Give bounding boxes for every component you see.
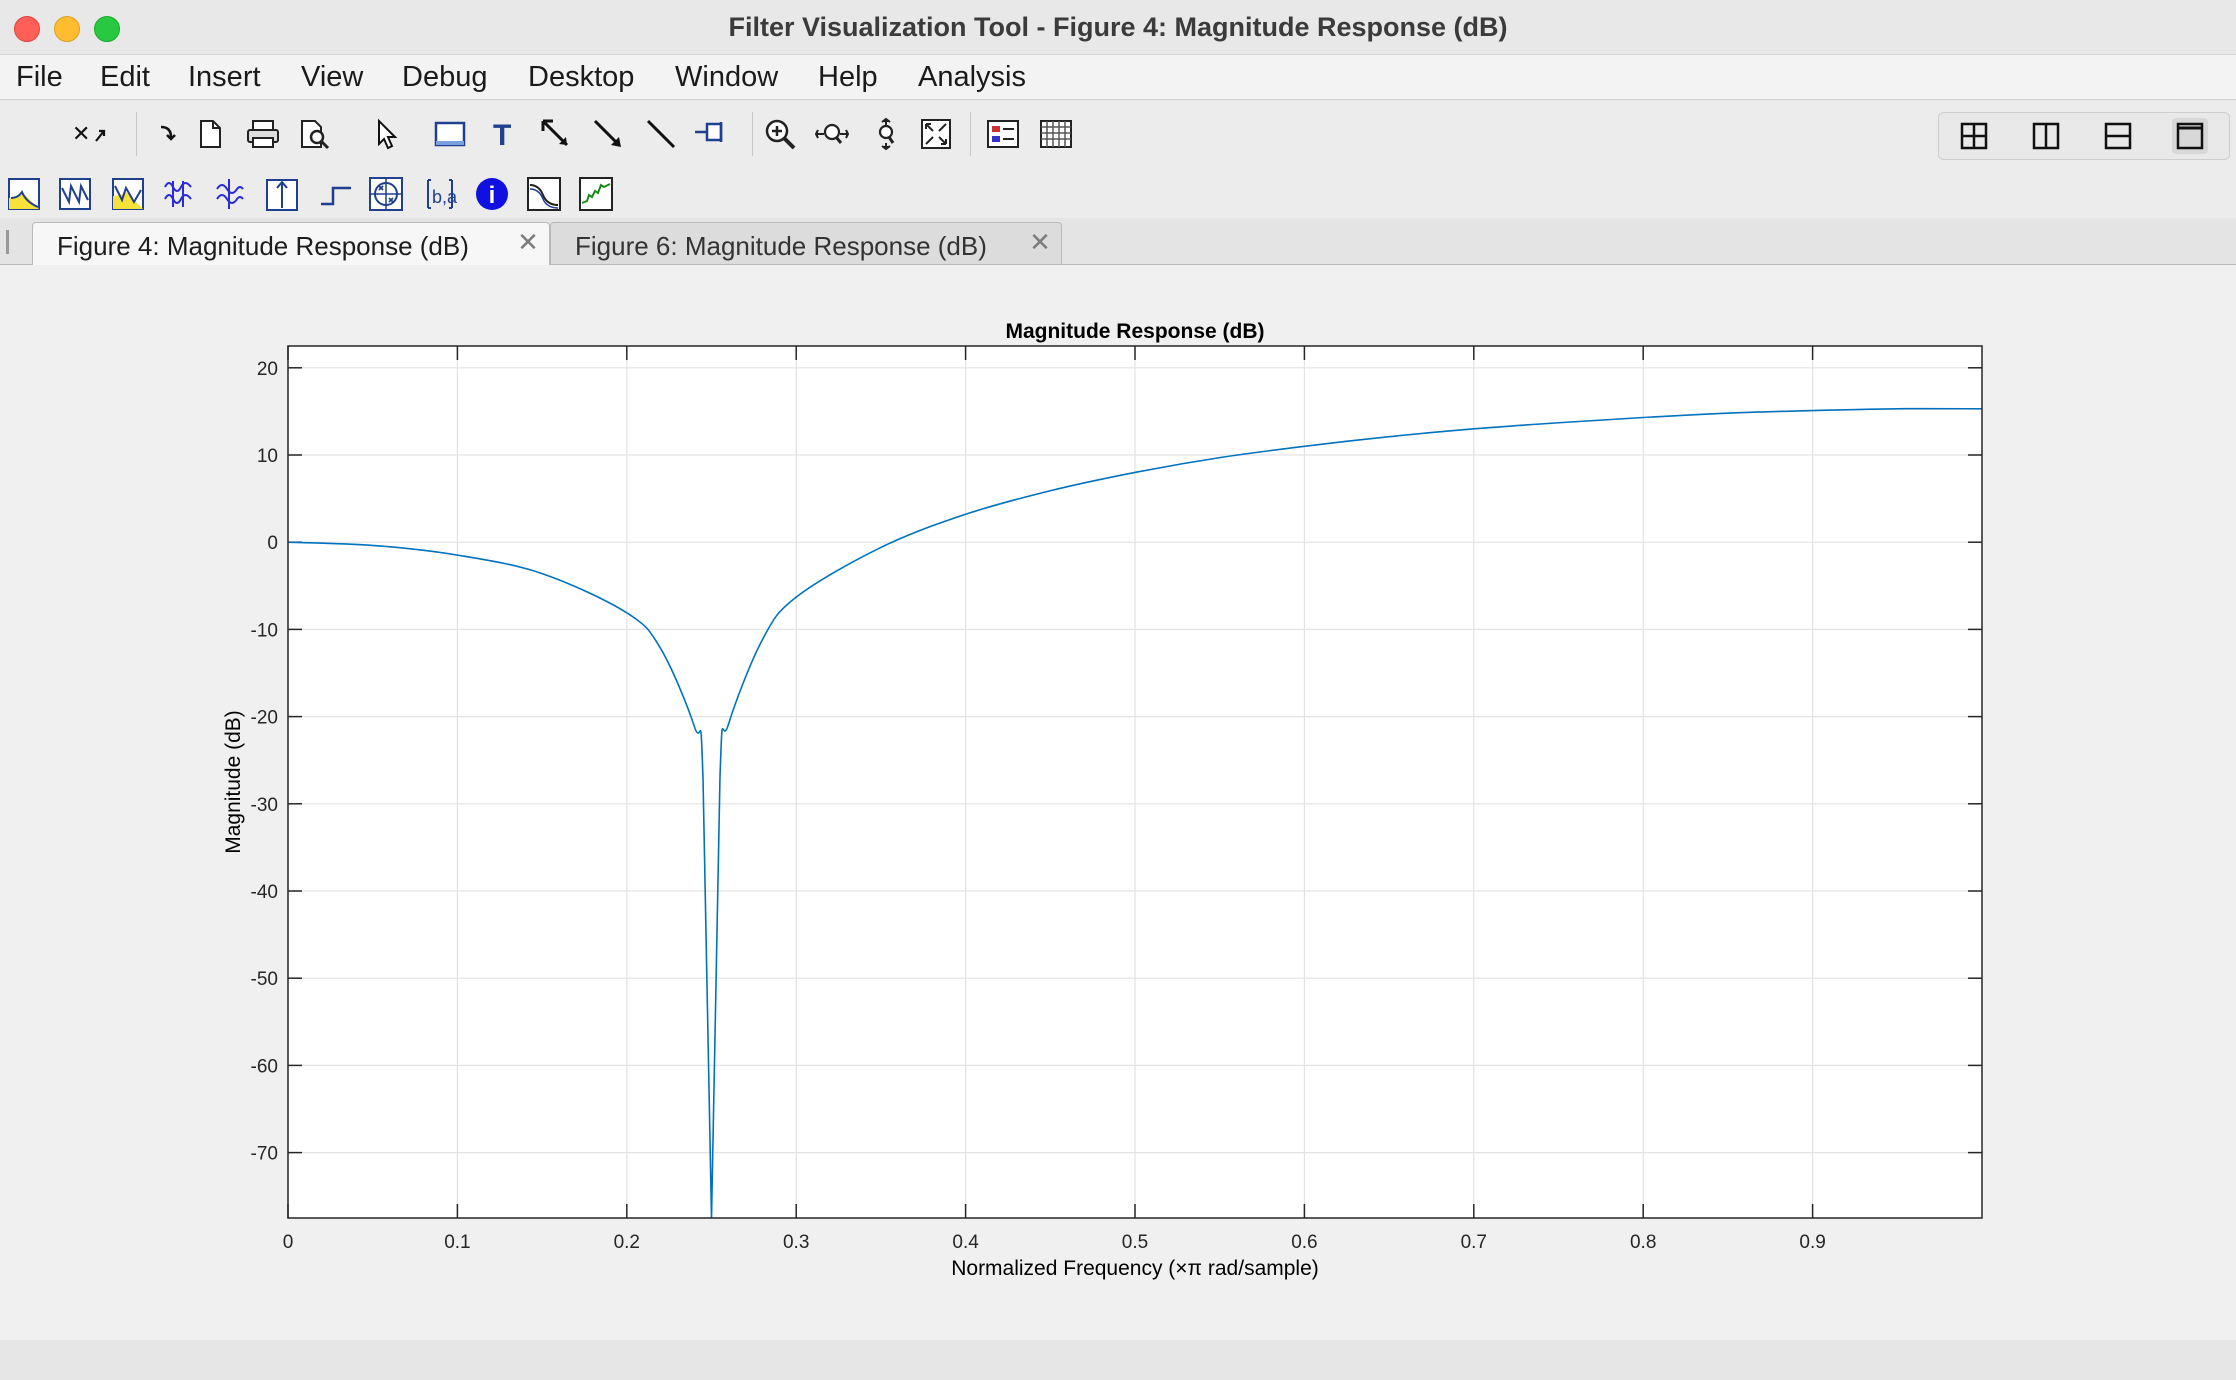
menu-help[interactable]: Help [818, 61, 878, 94]
menu-analysis[interactable]: Analysis [918, 61, 1026, 94]
pin-icon[interactable] [693, 116, 729, 152]
y-tick-label: -70 [251, 1144, 278, 1165]
new-figure-icon[interactable] [150, 116, 186, 152]
menu-debug[interactable]: Debug [402, 61, 487, 94]
svg-text:b,a: b,a [432, 187, 457, 207]
y-axis-label: Magnitude (dB) [222, 710, 245, 854]
menu-window[interactable]: Window [675, 61, 778, 94]
double-arrow-icon[interactable] [590, 116, 626, 152]
svg-text:i: i [489, 182, 496, 209]
tile-grid-icon[interactable] [1956, 118, 1992, 154]
x-tick-label: 0.5 [1122, 1232, 1148, 1253]
pole-zero-icon[interactable] [368, 176, 404, 212]
tab-figure-6[interactable]: Figure 6: Magnitude Response (dB) ✕ [550, 222, 1062, 264]
magnitude-phase-icon[interactable] [110, 176, 146, 212]
arrow-icon[interactable] [538, 116, 574, 152]
data-cursor-icon[interactable] [868, 116, 904, 152]
magnitude-response-chart[interactable]: 0 0.1 0.2 0.3 0.4 0.5 0.6 0.7 0.8 0.9 20 10 0 -10 -20 -… [0, 265, 2236, 1340]
tile-rows-icon[interactable] [2100, 118, 2136, 154]
y-tick-label: -50 [251, 969, 278, 990]
grid-icon[interactable] [1038, 116, 1074, 152]
x-tick-label: 0.3 [783, 1232, 809, 1253]
tile-columns-icon[interactable] [2028, 118, 2064, 154]
phase-response-icon[interactable] [57, 176, 93, 212]
tab-label: Figure 4: Magnitude Response (dB) [57, 231, 469, 261]
x-axis-label: Normalized Frequency (×π rad/sample) [951, 1257, 1319, 1280]
x-tick-label: 0.1 [444, 1232, 470, 1253]
x-tick-label: 0.8 [1630, 1232, 1656, 1253]
menu-edit[interactable]: Edit [100, 61, 150, 94]
y-tick-label: -60 [251, 1056, 278, 1077]
status-bar [0, 1340, 2236, 1380]
filter-info-icon[interactable]: i [474, 176, 510, 212]
filter-coefficients-icon[interactable]: b,a [422, 176, 458, 212]
figure-canvas: 0 0.1 0.2 0.3 0.4 0.5 0.6 0.7 0.8 0.9 20 10 0 -10 -20 -… [0, 265, 2236, 1340]
figure-tabs: Figure 4: Magnitude Response (dB) ✕ Figu… [0, 218, 2236, 265]
chart-title: Magnitude Response (dB) [1005, 320, 1264, 343]
x-tick-label: 0.4 [952, 1232, 979, 1253]
window-title: Filter Visualization Tool - Figure 4: Ma… [728, 12, 1508, 42]
figure-toolbar: ✕ T [0, 100, 2236, 173]
tab-grip[interactable] [6, 230, 9, 254]
y-tick-label: 0 [267, 533, 278, 554]
svg-text:✕: ✕ [72, 121, 90, 146]
y-tick-label: 10 [257, 446, 278, 467]
tab-figure-4[interactable]: Figure 4: Magnitude Response (dB) ✕ [32, 222, 550, 265]
menu-file[interactable]: File [16, 61, 63, 94]
select-pointer-icon[interactable] [368, 116, 404, 152]
analysis-toolbar: b,a i [0, 172, 2236, 218]
open-file-icon[interactable] [192, 116, 228, 152]
pan-icon[interactable] [814, 116, 850, 152]
magnitude-response-icon[interactable] [6, 176, 42, 212]
menu-view[interactable]: View [301, 61, 363, 94]
y-tick-label: 20 [257, 359, 278, 380]
y-tick-label: -20 [251, 708, 278, 729]
y-tick-label: -40 [251, 882, 278, 903]
step-response-icon[interactable] [318, 176, 354, 212]
single-pane-icon[interactable] [2172, 118, 2208, 154]
x-tick-label: 0 [283, 1232, 294, 1253]
print-icon[interactable] [245, 116, 281, 152]
text-insert-icon[interactable]: T [486, 116, 522, 152]
close-tab-icon[interactable]: ✕ [1027, 229, 1053, 255]
menu-insert[interactable]: Insert [188, 61, 261, 94]
tab-label: Figure 6: Magnitude Response (dB) [575, 231, 987, 261]
x-tick-label: 0.2 [614, 1232, 640, 1253]
y-tick-label: -10 [251, 620, 278, 641]
magnitude-estimate-icon[interactable] [526, 176, 562, 212]
close-tab-icon[interactable]: ✕ [515, 229, 541, 255]
x-tick-label: 0.9 [1799, 1232, 1825, 1253]
zoom-in-icon[interactable] [762, 116, 798, 152]
menu-desktop[interactable]: Desktop [528, 61, 634, 94]
round-off-noise-icon[interactable] [578, 176, 614, 212]
group-delay-icon[interactable] [160, 176, 196, 212]
line-icon[interactable] [643, 116, 679, 152]
x-tick-label: 0.6 [1291, 1232, 1317, 1253]
phase-delay-icon[interactable] [212, 176, 248, 212]
svg-text:T: T [493, 119, 511, 150]
window-titlebar: Filter Visualization Tool - Figure 4: Ma… [0, 0, 2236, 55]
x-tick-label: 0.7 [1461, 1232, 1487, 1253]
undock-icon[interactable]: ✕ [72, 116, 108, 152]
zoom-fit-icon[interactable] [918, 116, 954, 152]
impulse-response-icon[interactable] [264, 176, 300, 212]
y-tick-label: -30 [251, 795, 278, 816]
rectangle-icon[interactable] [432, 116, 468, 152]
menu-bar: File Edit Insert View Debug Desktop Wind… [0, 55, 2236, 100]
legend-icon[interactable] [985, 116, 1021, 152]
print-preview-icon[interactable] [297, 116, 333, 152]
